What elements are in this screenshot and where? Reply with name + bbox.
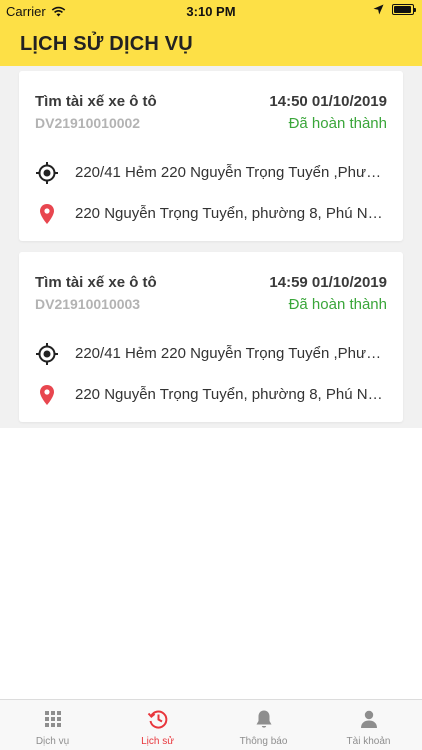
status-bar: Carrier 3:10 PM bbox=[0, 0, 422, 22]
location-arrow-icon bbox=[373, 4, 384, 15]
pickup-address: 220/41 Hẻm 220 Nguyễn Trọng Tuyển ,Phườn… bbox=[75, 345, 387, 362]
dropoff-address: 220 Nguyễn Trọng Tuyển, phường 8, Phú Nh… bbox=[75, 386, 387, 403]
order-status: Đã hoàn thành bbox=[288, 115, 387, 132]
dropoff-address-row: 220 Nguyễn Trọng Tuyển, phường 8, Phú Nh… bbox=[35, 202, 387, 226]
user-icon bbox=[360, 710, 377, 728]
battery-icon bbox=[392, 4, 416, 15]
crosshair-icon bbox=[36, 162, 58, 184]
pickup-address-row: 220/41 Hẻm 220 Nguyễn Trọng Tuyển ,Phườn… bbox=[35, 342, 387, 366]
tab-history[interactable]: Lịch sử bbox=[105, 700, 210, 750]
tab-label: Thông báo bbox=[239, 736, 288, 747]
header-bar: Carrier 3:10 PM LỊCH SỬ DỊCH VỤ bbox=[0, 0, 422, 66]
page-title: LỊCH SỬ DỊCH VỤ bbox=[20, 33, 193, 55]
order-code: DV21910010002 bbox=[35, 115, 141, 131]
dropoff-address: 220 Nguyễn Trọng Tuyển, phường 8, Phú Nh… bbox=[75, 205, 387, 222]
pickup-address-row: 220/41 Hẻm 220 Nguyễn Trọng Tuyển ,Phườn… bbox=[35, 161, 387, 185]
order-status: Đã hoàn thành bbox=[288, 296, 387, 313]
order-time: 14:59 01/10/2019 bbox=[269, 274, 387, 291]
history-card[interactable]: Tìm tài xế xe ô tô 14:50 01/10/2019 DV21… bbox=[19, 71, 403, 241]
tab-account[interactable]: Tài khoản bbox=[316, 700, 421, 750]
bell-icon bbox=[256, 710, 271, 728]
history-icon bbox=[147, 710, 167, 729]
map-pin-icon bbox=[40, 204, 54, 224]
service-name: Tìm tài xế xe ô tô bbox=[35, 274, 157, 291]
history-list[interactable]: Tìm tài xế xe ô tô 14:50 01/10/2019 DV21… bbox=[0, 66, 422, 428]
grid-icon bbox=[44, 711, 61, 727]
order-code: DV21910010003 bbox=[35, 296, 141, 312]
map-pin-icon bbox=[40, 385, 54, 405]
order-time: 14:50 01/10/2019 bbox=[269, 93, 387, 110]
tab-label: Tài khoản bbox=[346, 736, 391, 747]
history-card[interactable]: Tìm tài xế xe ô tô 14:59 01/10/2019 DV21… bbox=[19, 252, 403, 422]
tab-bar: Dịch vụ Lịch sử Thông báo Tài khoản bbox=[0, 699, 422, 750]
crosshair-icon bbox=[36, 343, 58, 365]
tab-services[interactable]: Dịch vụ bbox=[0, 700, 105, 750]
tab-label: Lịch sử bbox=[141, 736, 174, 747]
service-name: Tìm tài xế xe ô tô bbox=[35, 93, 157, 110]
pickup-address: 220/41 Hẻm 220 Nguyễn Trọng Tuyển ,Phườn… bbox=[75, 164, 387, 181]
tab-label: Dịch vụ bbox=[35, 736, 70, 747]
status-time: 3:10 PM bbox=[186, 4, 236, 19]
dropoff-address-row: 220 Nguyễn Trọng Tuyển, phường 8, Phú Nh… bbox=[35, 383, 387, 407]
tab-notifications[interactable]: Thông báo bbox=[211, 700, 316, 750]
